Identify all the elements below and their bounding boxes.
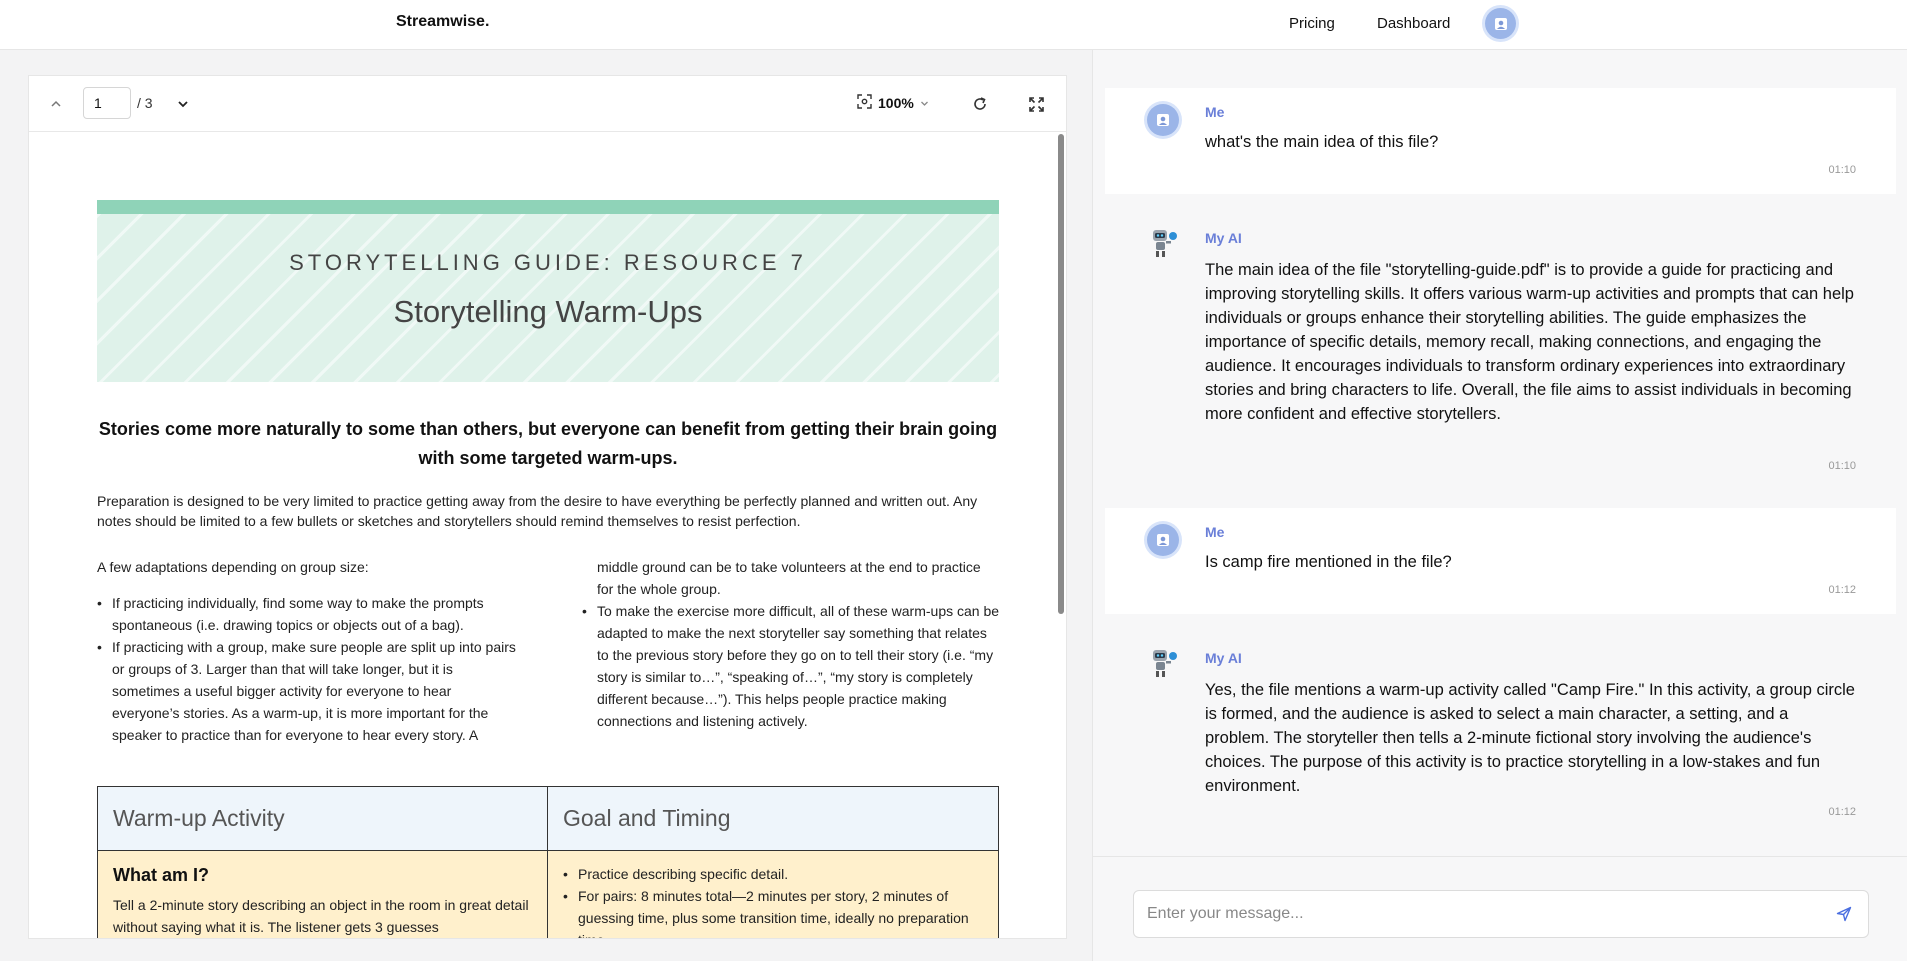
pdf-scrollbar[interactable] <box>1058 134 1064 614</box>
table-header-activity: Warm-up Activity <box>98 787 548 850</box>
chat-message-user: Me what's the main idea of this file? 01… <box>1105 88 1896 194</box>
list-item: For pairs: 8 minutes total—2 minutes per… <box>563 885 983 938</box>
chat-input-bar <box>1093 856 1907 961</box>
message-text: Is camp fire mentioned in the file? <box>1205 553 1452 571</box>
list-item: To make the exercise more difficult, all… <box>582 600 1000 732</box>
message-input[interactable] <box>1133 890 1869 938</box>
fullscreen-icon[interactable] <box>1024 92 1048 116</box>
page-number-input[interactable] <box>83 87 131 119</box>
document-column-left: A few adaptations depending on group siz… <box>97 556 517 746</box>
message-text: what's the main idea of this file? <box>1205 133 1439 151</box>
nav-link-dashboard[interactable]: Dashboard <box>1377 15 1450 32</box>
message-sender: Me <box>1205 104 1225 120</box>
table-cell-goal: Practice describing specific detail. For… <box>548 851 998 938</box>
robot-avatar-icon <box>1147 646 1179 678</box>
zoom-dropdown[interactable]: 100% <box>857 94 929 112</box>
list-item: Practice describing specific detail. <box>563 863 983 885</box>
adaptations-list: If practicing individually, find some wa… <box>97 592 517 746</box>
chat-message-ai: My AI The main idea of the file "storyte… <box>1105 218 1896 536</box>
message-sender: My AI <box>1205 650 1242 666</box>
document-kicker: STORYTELLING GUIDE: RESOURCE 7 <box>289 250 807 275</box>
brand-logo[interactable]: Streamwise. <box>396 13 489 31</box>
document-intro-bold: Stories come more naturally to some than… <box>98 419 998 468</box>
chat-message-ai: My AI Yes, the file mentions a warm-up a… <box>1105 638 1896 848</box>
message-timestamp: 01:12 <box>1828 806 1856 818</box>
chevron-down-icon <box>920 95 929 111</box>
document-intro-paragraph: Preparation is designed to be very limit… <box>97 493 978 529</box>
rotate-icon[interactable] <box>968 92 992 116</box>
message-timestamp: 01:12 <box>1828 584 1856 596</box>
list-item: If practicing individually, find some wa… <box>97 592 517 636</box>
message-sender: Me <box>1205 524 1225 540</box>
message-text: The main idea of the file "storytelling-… <box>1205 261 1854 423</box>
document-column-right: middle ground can be to take volunteers … <box>582 556 1000 732</box>
activity-title: What am I? <box>113 865 210 885</box>
goal-list: Practice describing specific detail. For… <box>563 863 983 938</box>
user-avatar-icon[interactable] <box>1485 8 1516 39</box>
document-title: Storytelling Warm-Ups <box>393 294 703 329</box>
pdf-viewer: / 3 100% STORYTELLING GUIDE: RESOURCE 7 … <box>28 75 1067 939</box>
message-timestamp: 01:10 <box>1828 164 1856 176</box>
chevron-up-icon[interactable] <box>44 92 68 116</box>
page-total-label: / 3 <box>137 95 153 111</box>
top-navbar: Streamwise. Pricing Dashboard <box>0 0 1907 50</box>
table-row: What am I? Tell a 2-minute story describ… <box>98 851 998 938</box>
activity-description: Tell a 2-minute story describing an obje… <box>113 897 529 935</box>
activity-table: Warm-up Activity Goal and Timing What am… <box>97 786 999 938</box>
robot-avatar-icon <box>1147 226 1179 258</box>
pdf-page[interactable]: STORYTELLING GUIDE: RESOURCE 7 Storytell… <box>29 132 1053 938</box>
fit-screen-icon <box>857 94 872 112</box>
message-text: Yes, the file mentions a warm-up activit… <box>1205 681 1855 795</box>
user-avatar-icon <box>1147 104 1179 136</box>
chat-panel: Me what's the main idea of this file? 01… <box>1092 50 1907 961</box>
list-item-continuation: middle ground can be to take volunteers … <box>597 559 981 597</box>
chevron-down-icon[interactable] <box>171 92 195 116</box>
user-avatar-icon <box>1147 524 1179 556</box>
list-item: If practicing with a group, make sure pe… <box>97 636 517 746</box>
table-header-row: Warm-up Activity Goal and Timing <box>98 787 998 851</box>
adaptations-heading: A few adaptations depending on group siz… <box>97 559 369 575</box>
table-header-goal: Goal and Timing <box>563 805 731 831</box>
document-banner: STORYTELLING GUIDE: RESOURCE 7 Storytell… <box>97 200 999 382</box>
chat-message-user: Me Is camp fire mentioned in the file? 0… <box>1105 508 1896 614</box>
send-icon[interactable] <box>1833 903 1855 925</box>
message-sender: My AI <box>1205 230 1242 246</box>
viewer-toolbar: / 3 100% <box>29 76 1066 132</box>
zoom-level: 100% <box>878 95 914 111</box>
nav-link-pricing[interactable]: Pricing <box>1289 15 1335 32</box>
message-timestamp: 01:10 <box>1828 460 1856 472</box>
table-cell-activity: What am I? Tell a 2-minute story describ… <box>98 851 548 938</box>
adaptations-list-continued: To make the exercise more difficult, all… <box>582 600 1000 732</box>
